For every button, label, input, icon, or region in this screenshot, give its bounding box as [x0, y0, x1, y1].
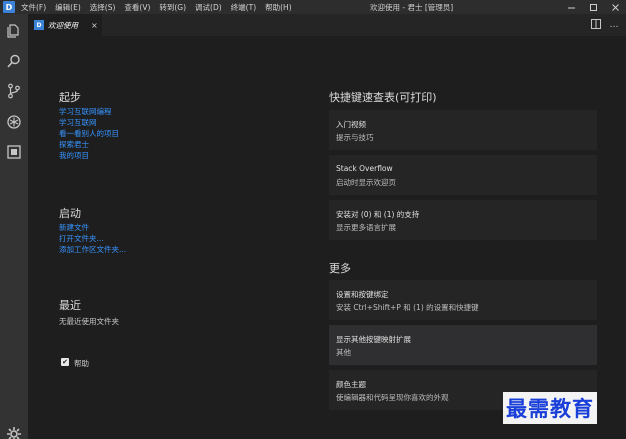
watermark-logo: 最需教育	[503, 392, 597, 424]
start-link-5[interactable]: 我的项目	[59, 150, 89, 161]
more-section-title: 更多	[329, 262, 351, 275]
start-link-3[interactable]: 看一看别人的项目	[59, 128, 119, 139]
menu-file[interactable]: 文件(F)	[21, 2, 46, 13]
minimize-icon[interactable]	[560, 0, 582, 14]
files-icon[interactable]	[6, 23, 22, 39]
help-checkbox[interactable]: ✔	[61, 358, 69, 366]
card-desc: 其他	[336, 348, 351, 357]
activity-bar	[0, 14, 28, 439]
card-title: 设置和按键绑定	[336, 290, 389, 299]
menu-go[interactable]: 转到(G)	[159, 2, 186, 13]
more-card-2[interactable]: 显示其他按键映射扩展 其他	[329, 325, 597, 365]
add-workspace-folder-link[interactable]: 添加工作区文件夹...	[59, 244, 126, 255]
card-title: Stack Overflow	[336, 164, 393, 173]
start-link-4[interactable]: 探索君士	[59, 139, 89, 150]
gear-icon[interactable]	[6, 426, 22, 439]
start-link-1[interactable]: 学习互联网编程	[59, 106, 112, 117]
shortcut-card-1[interactable]: 入门视频 提示与技巧	[329, 110, 597, 150]
recent-section-title: 最近	[59, 299, 81, 312]
new-file-link[interactable]: 新建文件	[59, 222, 89, 233]
tab-bar: D 欢迎使用 × …	[28, 14, 626, 36]
window-title: 欢迎使用 - 君士 [管理员]	[370, 3, 454, 12]
split-editor-icon[interactable]	[590, 19, 602, 31]
tab-label: 欢迎使用	[48, 20, 78, 30]
title-bar: D 文件(F) 编辑(E) 选择(S) 查看(V) 转到(G) 调试(D) 终端…	[0, 0, 626, 14]
menu-debug[interactable]: 调试(D)	[195, 2, 222, 13]
shortcut-card-3[interactable]: 安装对 (0) 和 (1) 的支持 显示更多语言扩展	[329, 200, 597, 240]
card-desc: 使编辑器和代码呈现你喜欢的外观	[336, 393, 449, 402]
more-card-1[interactable]: 设置和按键绑定 安装 Ctrl+Shift+P 和 (1) 的设置和快捷键	[329, 280, 597, 320]
debug-icon[interactable]	[6, 114, 22, 130]
launch-section-title: 启动	[59, 207, 81, 220]
card-desc: 安装 Ctrl+Shift+P 和 (1) 的设置和快捷键	[336, 303, 479, 312]
card-title: 颜色主题	[336, 380, 366, 389]
close-icon[interactable]	[604, 0, 626, 14]
menu-selection[interactable]: 选择(S)	[90, 2, 116, 13]
menu-terminal[interactable]: 终端(T)	[231, 2, 256, 13]
start-section-title: 起步	[59, 91, 81, 104]
card-title: 显示其他按键映射扩展	[336, 335, 411, 344]
card-title: 安装对 (0) 和 (1) 的支持	[336, 210, 420, 219]
shortcut-card-2[interactable]: Stack Overflow 启动时显示欢迎页	[329, 155, 597, 195]
more-actions-icon[interactable]: …	[608, 19, 620, 31]
start-link-2[interactable]: 学习互联网	[59, 117, 97, 128]
search-icon[interactable]	[6, 53, 22, 69]
card-title: 入门视频	[336, 120, 366, 129]
app-logo: D	[3, 1, 15, 13]
card-desc: 提示与技巧	[336, 133, 374, 142]
menu-help[interactable]: 帮助(H)	[265, 2, 292, 13]
source-control-icon[interactable]	[6, 83, 22, 99]
extensions-icon[interactable]	[6, 144, 22, 160]
help-checkbox-label[interactable]: 帮助	[74, 358, 89, 369]
open-folder-link[interactable]: 打开文件夹...	[59, 233, 104, 244]
card-desc: 显示更多语言扩展	[336, 223, 396, 232]
menu-view[interactable]: 查看(V)	[124, 2, 150, 13]
welcome-tab-icon: D	[34, 20, 44, 30]
card-desc: 启动时显示欢迎页	[336, 178, 396, 187]
shortcuts-section-title: 快捷键速查表(可打印)	[329, 91, 437, 104]
maximize-icon[interactable]	[582, 0, 604, 14]
tab-welcome[interactable]: D 欢迎使用 ×	[28, 14, 102, 36]
menu-edit[interactable]: 编辑(E)	[55, 2, 81, 13]
recent-empty-text: 无最近使用文件夹	[59, 317, 119, 326]
close-tab-icon[interactable]: ×	[91, 21, 98, 30]
